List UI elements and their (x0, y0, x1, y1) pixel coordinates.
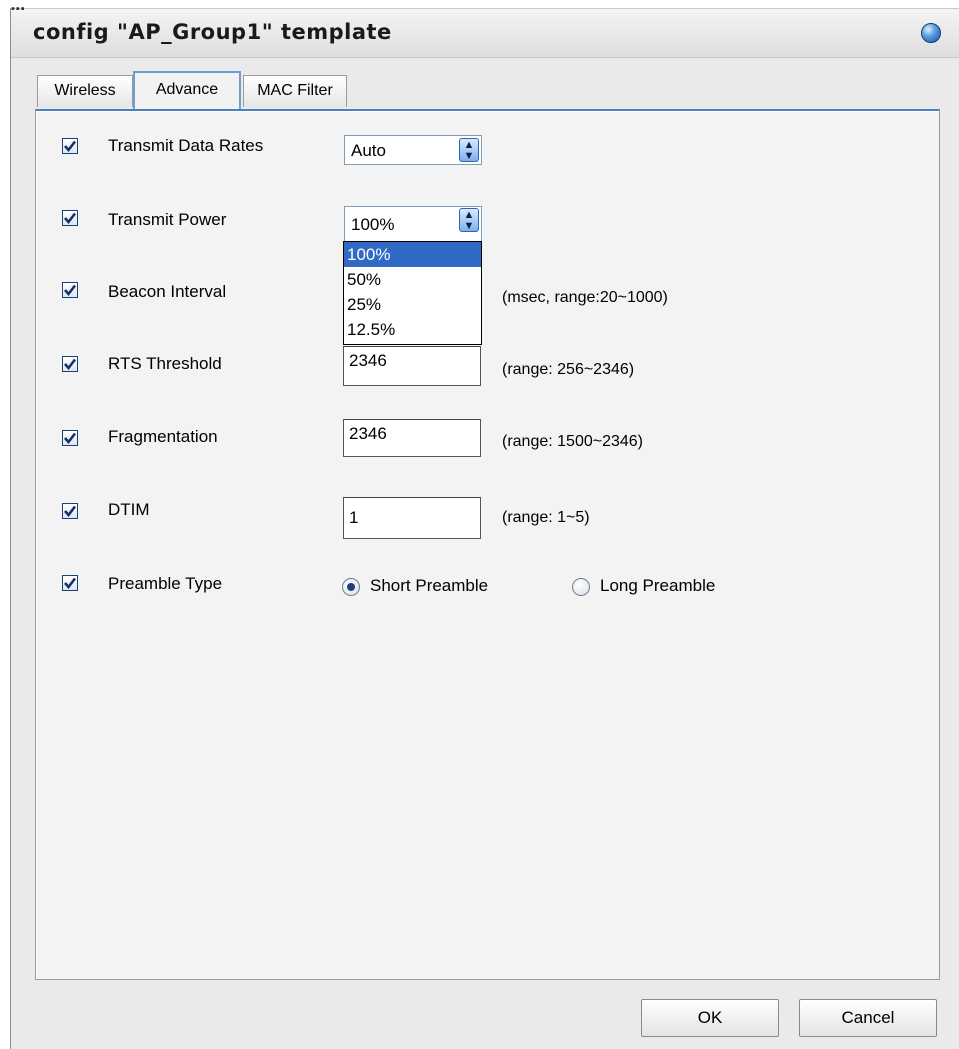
short-preamble-label[interactable]: Short Preamble (370, 576, 488, 596)
checkmark-icon (64, 212, 77, 225)
tab-advance[interactable]: Advance (133, 71, 241, 109)
power-option-100[interactable]: 100% (344, 242, 481, 267)
fragmentation-label: Fragmentation (108, 427, 218, 446)
dialog-title: config "AP_Group1" template (33, 20, 392, 44)
rts-threshold-checkbox[interactable] (62, 356, 78, 372)
transmit-data-rates-value: Auto (351, 141, 386, 160)
cancel-button[interactable]: Cancel (799, 999, 937, 1037)
transmit-data-rates-label: Transmit Data Rates (108, 136, 264, 155)
power-option-12-5[interactable]: 12.5% (344, 317, 481, 342)
config-template-dialog: ▪▪▪ config "AP_Group1" template Wireless… (10, 3, 959, 1049)
long-preamble-radio[interactable] (572, 578, 590, 596)
tab-wireless-label: Wireless (54, 82, 116, 99)
dtim-label: DTIM (108, 500, 150, 519)
transmit-power-value: 100% (351, 215, 395, 234)
transmit-power-checkbox[interactable] (62, 210, 78, 226)
preamble-type-checkbox[interactable] (62, 575, 78, 591)
transmit-data-rates-select[interactable]: Auto ▲ ▼ (344, 135, 482, 165)
status-orb-icon[interactable] (921, 23, 941, 43)
advance-settings-panel (35, 109, 940, 980)
short-preamble-radio[interactable] (342, 578, 360, 596)
dtim-checkbox[interactable] (62, 503, 78, 519)
tab-mac-filter[interactable]: MAC Filter (243, 75, 347, 107)
transmit-data-rates-checkbox[interactable] (62, 138, 78, 154)
power-option-50[interactable]: 50% (344, 267, 481, 292)
rts-threshold-label: RTS Threshold (108, 354, 222, 373)
checkmark-icon (64, 358, 77, 371)
transmit-power-label: Transmit Power (108, 210, 227, 229)
long-preamble-label[interactable]: Long Preamble (600, 576, 715, 596)
ok-button[interactable]: OK (641, 999, 779, 1037)
fragmentation-input[interactable]: 2346 (343, 419, 481, 457)
beacon-interval-checkbox[interactable] (62, 282, 78, 298)
title-bar: ▪▪▪ config "AP_Group1" template (11, 3, 959, 58)
checkmark-icon (64, 284, 77, 297)
rts-threshold-hint: (range: 256~2346) (502, 361, 635, 378)
transmit-power-dropdown: 100% 50% 25% 12.5% (343, 241, 482, 345)
preamble-type-label: Preamble Type (108, 574, 223, 593)
select-arrows-icon: ▲ ▼ (459, 208, 479, 232)
dtim-hint: (range: 1~5) (502, 509, 590, 526)
select-arrows-icon: ▲ ▼ (459, 138, 479, 162)
dtim-input[interactable]: 1 (343, 497, 481, 539)
beacon-interval-hint: (msec, range:20~1000) (502, 289, 668, 306)
fragmentation-hint: (range: 1500~2346) (502, 433, 643, 450)
checkmark-icon (64, 140, 77, 153)
power-option-25[interactable]: 25% (344, 292, 481, 317)
fragmentation-checkbox[interactable] (62, 430, 78, 446)
grip-dots: ▪▪▪ (11, 3, 26, 15)
rts-threshold-input[interactable]: 2346 (343, 346, 481, 386)
transmit-power-select[interactable]: 100% ▲ ▼ (344, 206, 482, 242)
tab-mac-filter-label: MAC Filter (257, 82, 333, 99)
tab-advance-label: Advance (155, 81, 219, 98)
checkmark-icon (64, 577, 77, 590)
tab-wireless[interactable]: Wireless (37, 75, 133, 107)
checkmark-icon (64, 505, 77, 518)
checkmark-icon (64, 432, 77, 445)
beacon-interval-label: Beacon Interval (108, 282, 227, 301)
